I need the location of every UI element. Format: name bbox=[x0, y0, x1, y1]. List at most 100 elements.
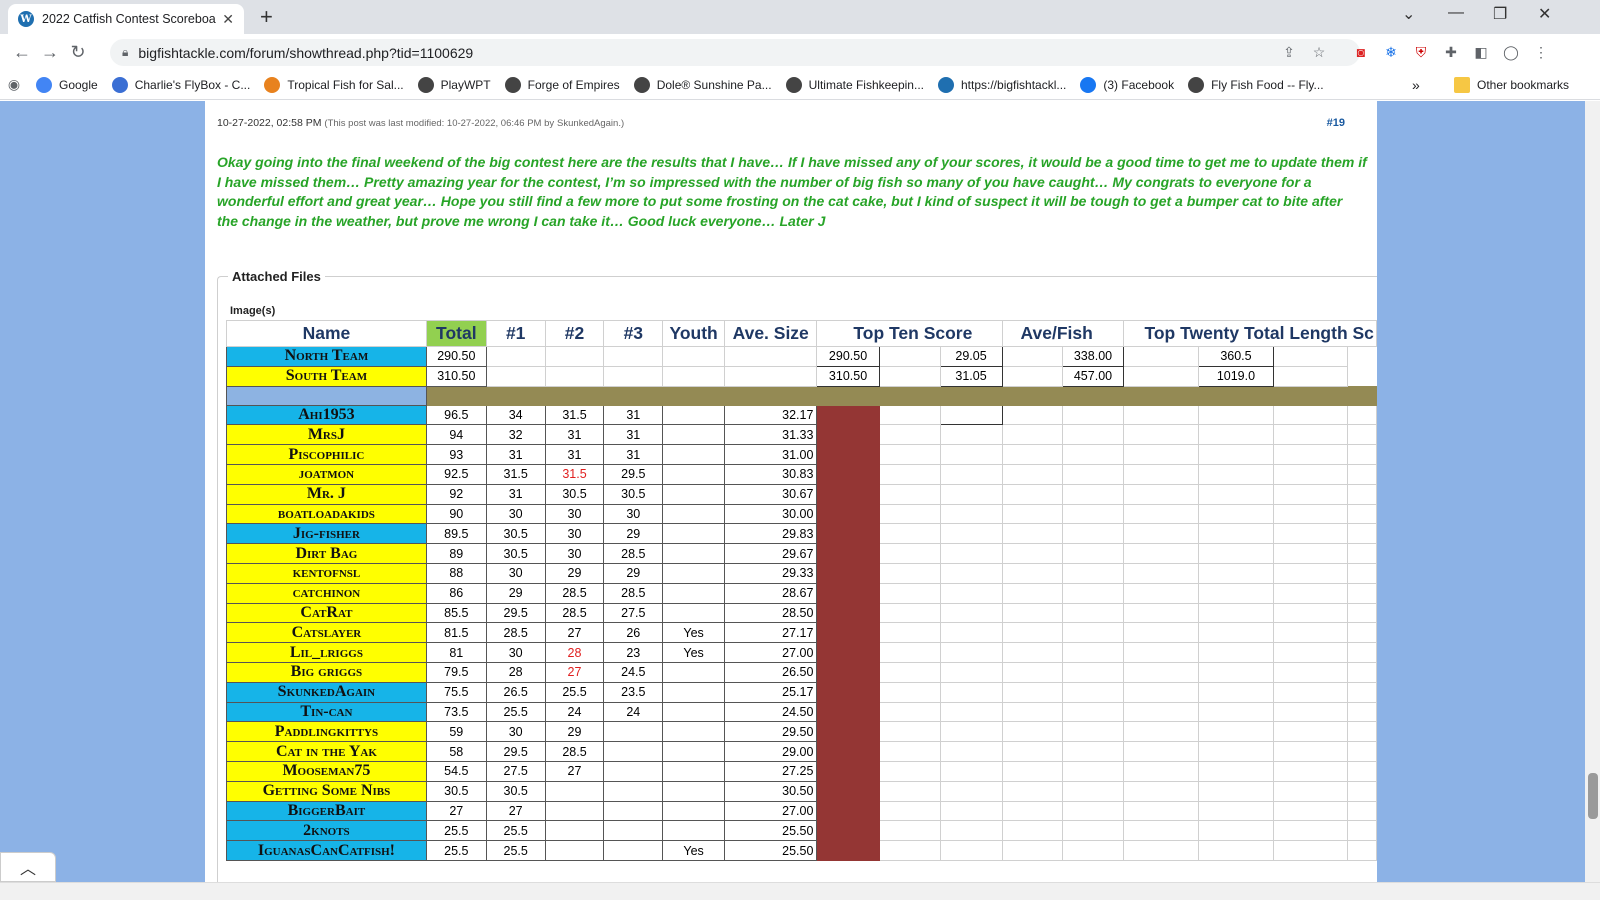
empty-cell bbox=[878, 424, 941, 446]
empty-cell bbox=[878, 820, 941, 842]
empty-cell bbox=[1123, 760, 1200, 782]
angler-name: kentofnsl bbox=[226, 562, 427, 584]
empty-cell bbox=[544, 346, 605, 367]
address-bar[interactable]: 🔒︎ bigfishtackle.com/forum/showthread.ph… bbox=[110, 39, 1360, 66]
share-icon[interactable]: ⇪ bbox=[1280, 43, 1298, 61]
angler-name: catchinon bbox=[226, 582, 427, 604]
apps-icon[interactable]: ◉ bbox=[6, 76, 22, 93]
restore-icon[interactable]: ❐ bbox=[1493, 4, 1507, 24]
horizontal-scrollbar[interactable] bbox=[0, 882, 1600, 900]
browser-tab[interactable]: W 2022 Catfish Contest Scoreboard ✕ bbox=[8, 4, 244, 34]
angler-row: catchinon 86 29 28.5 28.5 28.67 bbox=[226, 582, 1377, 604]
angler-fish-1: 30 bbox=[485, 562, 546, 584]
bookmark-item[interactable]: Charlie's FlyBox - C... bbox=[111, 76, 250, 93]
angler-ave-size: 27.17 bbox=[723, 622, 818, 644]
angler-fish-1: 30 bbox=[485, 721, 546, 743]
maroon-column-cell bbox=[816, 582, 880, 604]
pocket-extension-icon[interactable]: ◙ bbox=[1352, 43, 1370, 61]
bookmark-item[interactable]: Forge of Empires bbox=[504, 76, 620, 93]
angler-row: 2knots 25.5 25.5 25.50 bbox=[226, 820, 1377, 842]
bookmark-star-icon[interactable]: ☆ bbox=[1310, 43, 1328, 61]
empty-cell bbox=[1347, 760, 1377, 782]
profile-avatar-icon[interactable]: ◯ bbox=[1502, 43, 1520, 61]
bookmarks-overflow-icon[interactable]: » bbox=[1412, 77, 1420, 93]
angler-youth bbox=[662, 800, 725, 822]
snowflake-extension-icon[interactable]: ❄ bbox=[1382, 43, 1400, 61]
maroon-column-cell bbox=[816, 503, 880, 525]
menu-kebab-icon[interactable]: ⋮ bbox=[1532, 43, 1550, 61]
maroon-column-cell bbox=[816, 840, 880, 861]
empty-cell bbox=[1272, 404, 1349, 426]
empty-cell bbox=[939, 523, 1003, 545]
empty-cell bbox=[1061, 741, 1125, 762]
new-tab-icon[interactable]: + bbox=[260, 4, 273, 30]
close-window-icon[interactable]: ✕ bbox=[1538, 4, 1551, 24]
empty-cell bbox=[1061, 800, 1125, 822]
empty-cell bbox=[1272, 780, 1349, 802]
header-fish-3: #3 bbox=[603, 320, 664, 347]
empty-cell bbox=[1123, 503, 1200, 525]
empty-cell bbox=[939, 463, 1003, 485]
empty-cell bbox=[1123, 523, 1200, 545]
empty-cell bbox=[1198, 840, 1274, 861]
angler-row: Mr. J 92 31 30.5 30.5 30.67 bbox=[226, 483, 1377, 505]
angler-youth bbox=[662, 741, 725, 762]
angler-fish-3: 31 bbox=[603, 424, 664, 446]
bookmark-item[interactable]: (3) Facebook bbox=[1080, 76, 1174, 93]
reload-icon[interactable]: ↻ bbox=[64, 42, 92, 63]
angler-name: Big griggs bbox=[226, 661, 427, 683]
empty-cell bbox=[1272, 483, 1349, 505]
vertical-scrollbar[interactable] bbox=[1585, 101, 1600, 882]
bookmark-item[interactable]: Dole® Sunshine Pa... bbox=[633, 76, 772, 93]
back-icon[interactable]: ← bbox=[8, 42, 36, 63]
empty-cell bbox=[1198, 701, 1274, 723]
angler-fish-2: 30 bbox=[544, 503, 605, 525]
side-panel-icon[interactable]: ◧ bbox=[1472, 43, 1490, 61]
empty-cell bbox=[1123, 463, 1200, 485]
empty-cell bbox=[1198, 582, 1274, 604]
extensions-puzzle-icon[interactable]: ✚ bbox=[1442, 43, 1460, 61]
bookmark-item[interactable]: Tropical Fish for Sal... bbox=[264, 76, 404, 93]
angler-fish-2 bbox=[544, 820, 605, 842]
bookmark-item[interactable]: Ultimate Fishkeepin... bbox=[785, 76, 924, 93]
other-bookmarks-label: Other bookmarks bbox=[1477, 77, 1570, 92]
angler-fish-2: 31.5 bbox=[544, 463, 605, 485]
angler-name: SkunkedAgain bbox=[226, 681, 427, 703]
empty-cell bbox=[1347, 622, 1377, 644]
post-meta: 10-27-2022, 02:58 PM (This post was last… bbox=[217, 117, 624, 129]
shield-extension-icon[interactable]: ⛨ bbox=[1412, 43, 1430, 61]
post-number-link[interactable]: #19 bbox=[1327, 117, 1345, 129]
angler-fish-3 bbox=[603, 840, 664, 861]
angler-fish-3: 30 bbox=[603, 503, 664, 525]
scroll-to-top-button[interactable]: ︿ bbox=[0, 852, 56, 882]
tab-title: 2022 Catfish Contest Scoreboard bbox=[42, 12, 217, 26]
empty-cell bbox=[1198, 404, 1274, 426]
bookmark-item[interactable]: https://bigfishtackl... bbox=[938, 76, 1066, 93]
post-modified-by[interactable]: SkunkedAgain.) bbox=[557, 118, 624, 129]
angler-youth bbox=[662, 543, 725, 564]
angler-fish-1: 32 bbox=[485, 424, 546, 446]
close-tab-icon[interactable]: ✕ bbox=[222, 11, 234, 28]
empty-cell bbox=[1061, 820, 1125, 842]
lock-icon[interactable]: 🔒︎ bbox=[122, 45, 128, 60]
empty-cell bbox=[1061, 661, 1125, 683]
separator-cell bbox=[425, 385, 1377, 406]
tab-search-icon[interactable]: ⌄ bbox=[1402, 4, 1415, 24]
angler-fish-1: 26.5 bbox=[485, 681, 546, 703]
bookmark-item[interactable]: PlayWPT bbox=[417, 76, 491, 93]
empty-cell bbox=[1347, 780, 1377, 802]
other-bookmarks[interactable]: Other bookmarks bbox=[1454, 76, 1570, 93]
forward-icon[interactable]: → bbox=[36, 42, 64, 63]
scoreboard-image[interactable]: Name Total #1 #2 #3 Youth Ave. Size Top … bbox=[226, 320, 1377, 900]
angler-fish-1: 28 bbox=[485, 661, 546, 683]
bookmark-item[interactable]: Google bbox=[36, 76, 98, 93]
google-icon bbox=[36, 76, 52, 93]
angler-youth bbox=[662, 701, 725, 723]
angler-fish-1: 27 bbox=[485, 800, 546, 822]
empty-cell bbox=[603, 346, 664, 367]
minimize-icon[interactable]: — bbox=[1448, 4, 1464, 22]
empty-cell bbox=[1272, 701, 1349, 723]
bookmark-item[interactable]: Fly Fish Food -- Fly... bbox=[1188, 76, 1324, 93]
empty-cell bbox=[1272, 562, 1349, 584]
scrollbar-thumb[interactable] bbox=[1588, 773, 1598, 819]
